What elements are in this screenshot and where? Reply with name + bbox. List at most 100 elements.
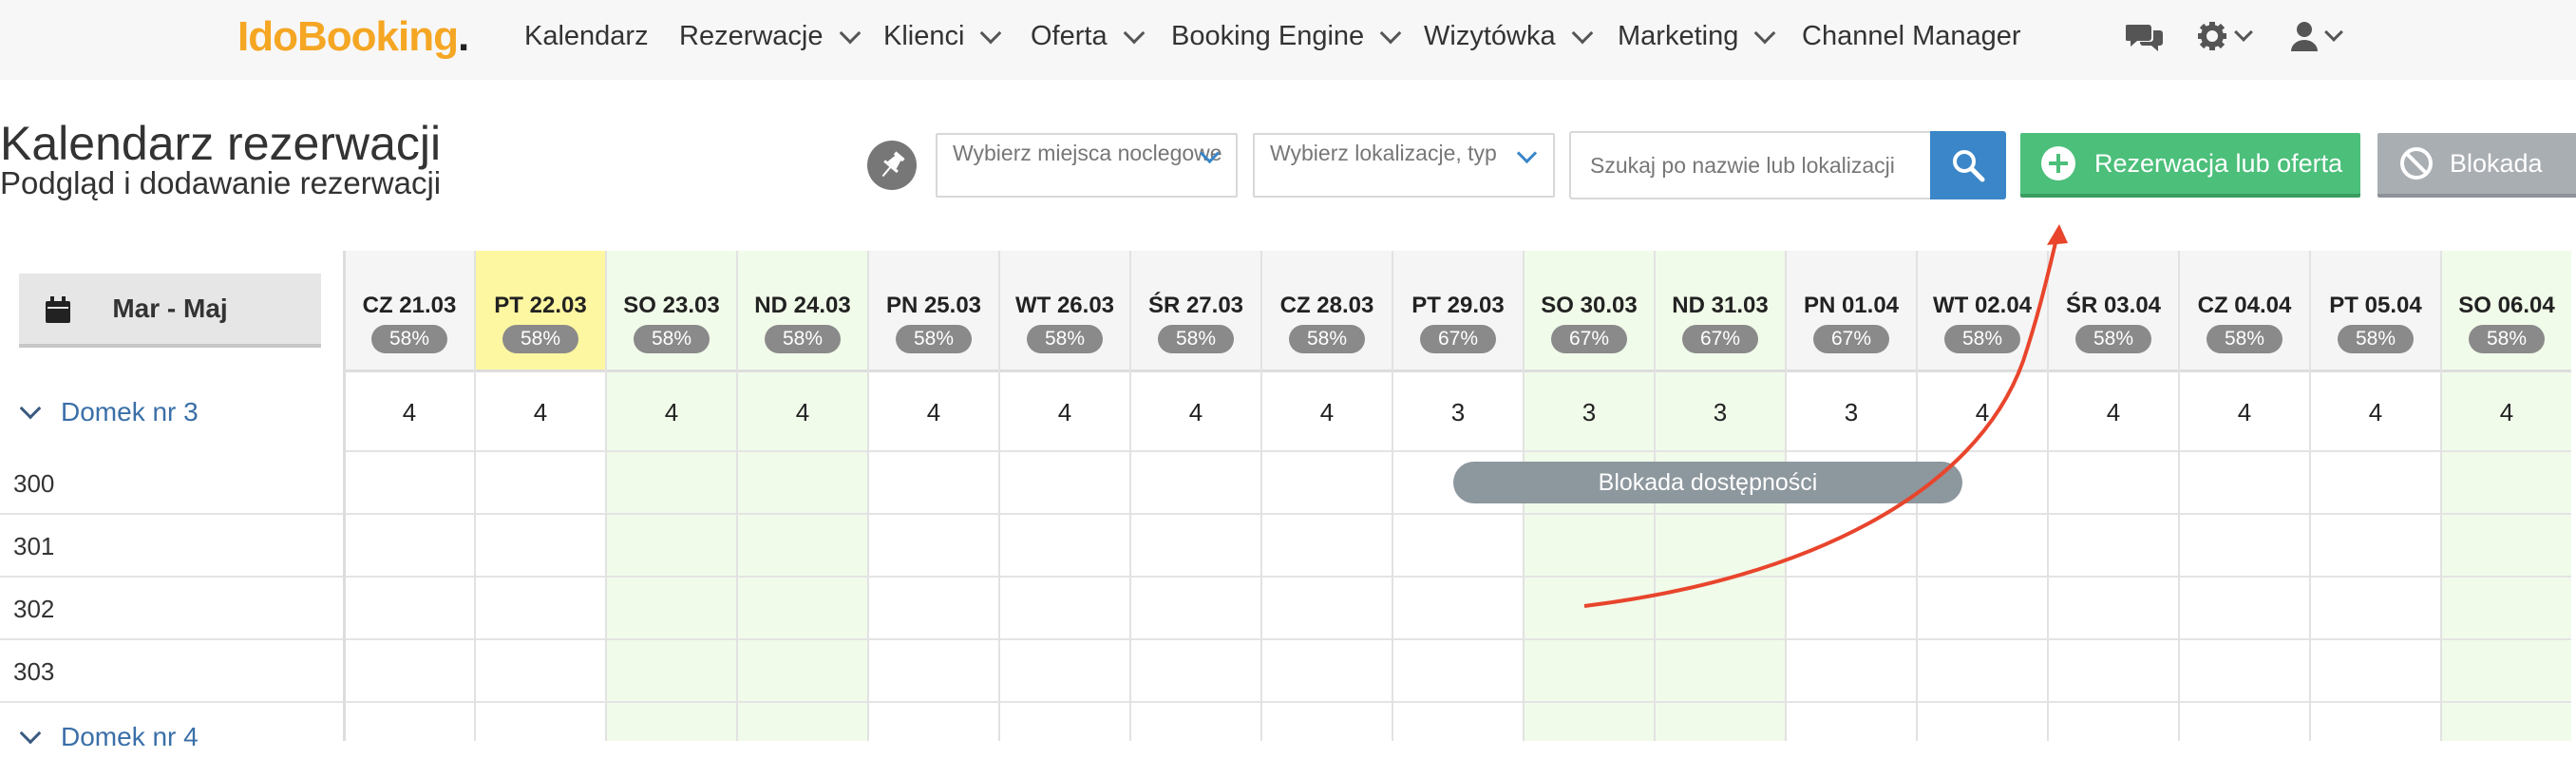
day-header[interactable]: PN 25.03 58% [869,251,998,372]
calendar-cell[interactable] [2049,452,2178,515]
nav-item-channel-manager[interactable]: Channel Manager [1802,21,2021,52]
calendar-cell[interactable] [1131,578,1260,640]
calendar-cell[interactable] [869,515,998,578]
calendar-cell[interactable] [1131,640,1260,703]
nav-item-wizyt-wka[interactable]: Wizytówka [1424,21,1593,52]
calendar-cell[interactable] [738,515,867,578]
calendar-cell[interactable] [2049,515,2178,578]
calendar-cell[interactable] [1000,640,1129,703]
search-input[interactable] [1569,131,1932,199]
group-row[interactable]: Domek nr 3 [0,372,343,452]
calendar-cell[interactable] [345,578,474,640]
calendar-cell[interactable] [607,515,736,578]
calendar-cell[interactable] [1000,515,1129,578]
calendar-cell[interactable] [869,640,998,703]
add-reservation-button[interactable]: Rezerwacja lub oferta [2020,133,2360,198]
calendar-cell[interactable] [2442,640,2571,703]
calendar-cell[interactable] [1131,452,1260,515]
calendar-cell[interactable] [1393,640,1523,703]
nav-item-rezerwacje[interactable]: Rezerwacje [679,21,861,52]
day-header[interactable]: PT 29.03 67% [1393,251,1523,372]
day-header[interactable]: ND 31.03 67% [1656,251,1785,372]
location-select[interactable]: Wybierz lokalizacje, typ [1253,133,1555,198]
calendar-cell[interactable] [1787,640,1916,703]
search-button[interactable] [1930,131,2006,199]
day-header[interactable]: ND 24.03 58% [738,251,867,372]
accommodation-select[interactable]: Wybierz miejsca noclegowe [936,133,1238,198]
day-header[interactable]: SO 06.04 58% [2442,251,2571,372]
day-header[interactable]: PT 05.04 58% [2311,251,2440,372]
day-header[interactable]: ŚR 27.03 58% [1131,251,1260,372]
calendar-cell[interactable] [476,515,605,578]
calendar-cell[interactable] [476,578,605,640]
calendar-cell[interactable] [1393,515,1523,578]
calendar-cell[interactable] [2311,515,2440,578]
calendar-cell[interactable] [1262,578,1392,640]
day-header[interactable]: CZ 04.04 58% [2180,251,2309,372]
calendar-cell[interactable] [2049,578,2178,640]
calendar-cell[interactable] [476,640,605,703]
calendar-cell[interactable] [1131,515,1260,578]
nav-item-booking-engine[interactable]: Booking Engine [1171,21,1402,52]
nav-item-klienci[interactable]: Klienci [883,21,1002,52]
calendar-cell[interactable] [1262,640,1392,703]
calendar-cell[interactable] [1918,515,2047,578]
logo[interactable]: IdoBooking. [237,13,469,61]
calendar-cell[interactable] [869,452,998,515]
nav-item-oferta[interactable]: Oferta [1031,21,1145,52]
day-header[interactable]: PN 01.04 67% [1787,251,1916,372]
calendar-cell[interactable] [1525,640,1654,703]
calendar-cell[interactable] [1656,640,1785,703]
calendar-cell[interactable] [2311,578,2440,640]
calendar-cell[interactable] [738,578,867,640]
calendar-cell[interactable] [1918,640,2047,703]
availability-block-bar[interactable]: Blokada dostępności [1453,462,1962,503]
calendar-cell[interactable] [1656,515,1785,578]
calendar-cell[interactable] [607,452,736,515]
nav-item-marketing[interactable]: Marketing [1618,21,1776,52]
calendar-cell[interactable] [1656,578,1785,640]
map-pin-button[interactable] [867,141,917,190]
day-header[interactable]: WT 26.03 58% [1000,251,1129,372]
calendar-cell[interactable] [607,578,736,640]
day-header[interactable]: CZ 28.03 58% [1262,251,1392,372]
calendar-cell[interactable] [345,640,474,703]
day-header[interactable]: PT 22.03 58% [476,251,605,372]
calendar-cell[interactable] [345,452,474,515]
calendar-cell[interactable] [1525,515,1654,578]
calendar-cell[interactable] [2180,578,2309,640]
calendar-cell[interactable] [345,515,474,578]
calendar-cell[interactable] [1262,452,1392,515]
calendar-cell[interactable] [2442,578,2571,640]
calendar-cell[interactable] [869,578,998,640]
calendar-cell[interactable] [1000,578,1129,640]
day-header[interactable]: WT 02.04 58% [1918,251,2047,372]
day-header[interactable]: ŚR 03.04 58% [2049,251,2178,372]
nav-item-kalendarz[interactable]: Kalendarz [524,21,649,52]
calendar-cell[interactable] [738,452,867,515]
user-menu[interactable] [2291,21,2343,51]
calendar-cell[interactable] [1000,452,1129,515]
calendar-cell[interactable] [2180,452,2309,515]
calendar-cell[interactable] [607,640,736,703]
calendar-cell[interactable] [1918,578,2047,640]
block-button[interactable]: Blokada [2377,133,2576,198]
date-range-button[interactable]: Mar - Maj [19,274,321,348]
calendar-cell[interactable] [2442,452,2571,515]
calendar-cell[interactable] [1525,578,1654,640]
calendar-cell[interactable] [476,452,605,515]
day-header[interactable]: SO 30.03 67% [1525,251,1654,372]
calendar-cell[interactable] [1262,515,1392,578]
day-header[interactable]: CZ 21.03 58% [345,251,474,372]
calendar-cell[interactable] [738,640,867,703]
calendar-cell[interactable] [1787,515,1916,578]
calendar-cell[interactable] [2049,640,2178,703]
calendar-cell[interactable] [2442,515,2571,578]
calendar-cell[interactable] [2311,452,2440,515]
chat-icon[interactable] [2126,21,2164,53]
settings-menu[interactable] [2197,21,2253,51]
calendar-cell[interactable] [1393,578,1523,640]
calendar-cell[interactable] [2180,515,2309,578]
day-header[interactable]: SO 23.03 58% [607,251,736,372]
calendar-cell[interactable] [1787,578,1916,640]
